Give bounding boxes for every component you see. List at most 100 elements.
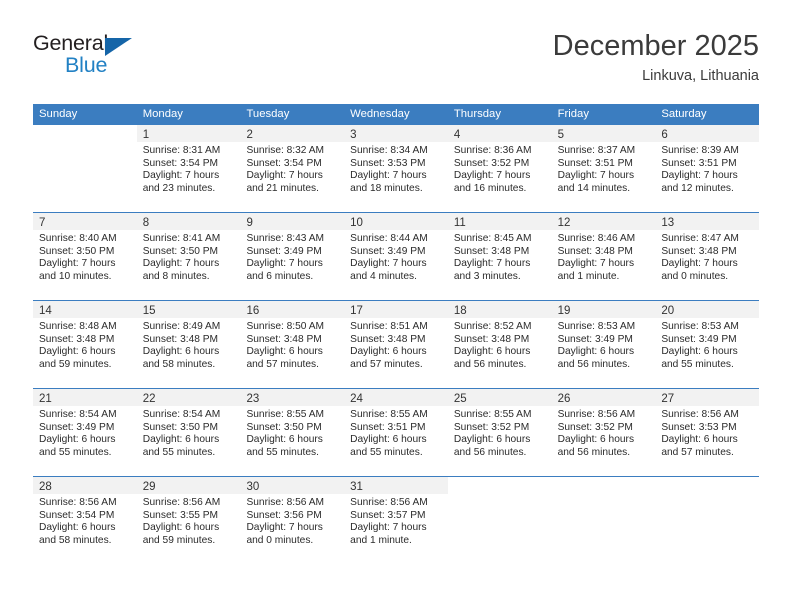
day-details: Sunrise: 8:40 AM Sunset: 3:50 PM Daylight:… xyxy=(33,230,137,283)
day-number: 7 xyxy=(39,217,46,229)
day-number-band: 30 xyxy=(240,477,345,494)
daylight-text-cont: and 10 minutes. xyxy=(39,270,112,282)
calendar-day-cell-empty xyxy=(447,477,552,564)
calendar-day-cell[interactable]: 29 Sunrise: 8:56 AM Sunset: 3:55 PM Dayligh… xyxy=(136,477,241,564)
day-details: Sunrise: 8:46 AM Sunset: 3:48 PM Daylight:… xyxy=(552,230,656,283)
day-number-band: 23 xyxy=(240,389,345,406)
daylight-text: Daylight: 6 hours xyxy=(246,434,323,446)
weekday-header-thursday: Thursday xyxy=(453,108,501,120)
calendar-day-cell-empty xyxy=(33,125,137,212)
sunrise-text: Sunrise: 8:53 AM xyxy=(661,321,739,332)
daylight-text: Daylight: 7 hours xyxy=(39,258,116,270)
calendar-day-cell[interactable]: 16 Sunrise: 8:50 AM Sunset: 3:48 PM Dayligh… xyxy=(240,301,345,388)
sunrise-text: Sunrise: 8:47 AM xyxy=(661,233,739,244)
calendar-day-cell[interactable]: 23 Sunrise: 8:55 AM Sunset: 3:50 PM Dayligh… xyxy=(240,389,345,476)
sunrise-text: Sunrise: 8:56 AM xyxy=(661,409,739,420)
day-details: Sunrise: 8:32 AM Sunset: 3:54 PM Daylight:… xyxy=(240,142,344,195)
brand-logo[interactable]: General Blue xyxy=(33,31,213,91)
day-number-band: 11 xyxy=(447,213,552,230)
daylight-text: Daylight: 6 hours xyxy=(39,522,116,534)
daylight-text-cont: and 1 minute. xyxy=(350,534,412,546)
sunrise-text: Sunrise: 8:52 AM xyxy=(453,321,532,332)
sunset-text: Sunset: 3:54 PM xyxy=(142,157,219,169)
sunset-text: Sunset: 3:53 PM xyxy=(661,421,737,433)
day-number-band: 16 xyxy=(240,301,345,318)
calendar-day-cell[interactable]: 11 Sunrise: 8:45 AM Sunset: 3:48 PM Dayligh… xyxy=(447,213,552,300)
calendar-day-cell[interactable]: 9 Sunrise: 8:43 AM Sunset: 3:49 PM Daylight… xyxy=(240,213,345,300)
calendar-day-cell[interactable]: 21 Sunrise: 8:54 AM Sunset: 3:49 PM Dayligh… xyxy=(33,389,137,476)
daylight-text-cont: and 56 minutes. xyxy=(453,446,527,458)
weekday-header-friday: Friday xyxy=(557,108,589,120)
calendar-day-cell[interactable]: 5 Sunrise: 8:37 AM Sunset: 3:51 PM Daylight… xyxy=(551,125,656,212)
day-number-band: 31 xyxy=(344,477,448,494)
daylight-text-cont: and 55 minutes. xyxy=(39,446,112,458)
calendar-day-cell[interactable]: 25 Sunrise: 8:55 AM Sunset: 3:52 PM Dayligh… xyxy=(447,389,552,476)
page-subtitle: Linkuva, Lithuania xyxy=(642,68,759,85)
day-number: 26 xyxy=(557,393,571,405)
day-number: 10 xyxy=(350,217,363,229)
day-number: 9 xyxy=(246,217,253,229)
sunset-text: Sunset: 3:51 PM xyxy=(661,157,737,169)
calendar-day-cell[interactable]: 6 Sunrise: 8:39 AM Sunset: 3:51 PM Daylight… xyxy=(655,125,760,212)
sunrise-text: Sunrise: 8:53 AM xyxy=(557,321,636,332)
calendar-day-cell[interactable]: 18 Sunrise: 8:52 AM Sunset: 3:48 PM Dayligh… xyxy=(447,301,552,388)
day-details: Sunrise: 8:49 AM Sunset: 3:48 PM Daylight:… xyxy=(137,318,241,371)
calendar-day-cell[interactable]: 12 Sunrise: 8:46 AM Sunset: 3:48 PM Dayligh… xyxy=(551,213,656,300)
day-number: 27 xyxy=(661,393,675,405)
sunrise-text: Sunrise: 8:48 AM xyxy=(39,321,117,332)
brand-name-general: General xyxy=(33,31,109,55)
day-number-band: 4 xyxy=(447,125,552,142)
day-details: Sunrise: 8:34 AM Sunset: 3:53 PM Daylight:… xyxy=(344,142,448,195)
day-number-band xyxy=(655,477,760,494)
calendar-day-cell[interactable]: 7 Sunrise: 8:40 AM Sunset: 3:50 PM Daylight… xyxy=(33,213,137,300)
day-details: Sunrise: 8:53 AM Sunset: 3:49 PM Daylight:… xyxy=(552,318,656,371)
daylight-text-cont: and 55 minutes. xyxy=(246,446,319,458)
sunrise-text: Sunrise: 8:45 AM xyxy=(453,233,532,244)
daylight-text: Daylight: 6 hours xyxy=(142,346,220,358)
day-details: Sunrise: 8:56 AM Sunset: 3:54 PM Daylight:… xyxy=(33,494,137,547)
daylight-text-cont: and 56 minutes. xyxy=(557,446,631,458)
day-number: 21 xyxy=(39,393,52,405)
daylight-text-cont: and 8 minutes. xyxy=(142,270,210,282)
calendar-day-cell[interactable]: 1 Sunrise: 8:31 AM Sunset: 3:54 PM Daylight… xyxy=(136,125,241,212)
sunrise-text: Sunrise: 8:55 AM xyxy=(453,409,532,420)
day-number-band: 10 xyxy=(344,213,448,230)
sunset-text: Sunset: 3:52 PM xyxy=(453,421,530,433)
calendar-day-cell[interactable]: 30 Sunrise: 8:56 AM Sunset: 3:56 PM Dayligh… xyxy=(240,477,345,564)
calendar-day-cell[interactable]: 15 Sunrise: 8:49 AM Sunset: 3:48 PM Dayligh… xyxy=(136,301,241,388)
daylight-text-cont: and 1 minute. xyxy=(557,270,620,282)
day-number-band: 13 xyxy=(655,213,760,230)
sunset-text: Sunset: 3:51 PM xyxy=(350,421,426,433)
day-number-band xyxy=(551,477,656,494)
calendar-day-cell[interactable]: 31 Sunrise: 8:56 AM Sunset: 3:57 PM Dayligh… xyxy=(344,477,448,564)
day-number: 13 xyxy=(661,217,675,229)
day-number-band: 8 xyxy=(136,213,241,230)
day-details: Sunrise: 8:54 AM Sunset: 3:49 PM Daylight:… xyxy=(33,406,137,459)
calendar-day-cell[interactable]: 19 Sunrise: 8:53 AM Sunset: 3:49 PM Dayligh… xyxy=(551,301,656,388)
calendar-day-cell[interactable]: 27 Sunrise: 8:56 AM Sunset: 3:53 PM Dayligh… xyxy=(655,389,760,476)
calendar-day-cell[interactable]: 28 Sunrise: 8:56 AM Sunset: 3:54 PM Dayligh… xyxy=(33,477,137,564)
day-number: 1 xyxy=(142,129,150,141)
calendar-day-cell[interactable]: 24 Sunrise: 8:55 AM Sunset: 3:51 PM Dayligh… xyxy=(344,389,448,476)
calendar-day-cell[interactable]: 13 Sunrise: 8:47 AM Sunset: 3:48 PM Dayligh… xyxy=(655,213,760,300)
sunset-text: Sunset: 3:48 PM xyxy=(350,333,426,345)
day-number-band: 28 xyxy=(33,477,137,494)
sunrise-text: Sunrise: 8:55 AM xyxy=(350,409,428,420)
calendar-day-cell[interactable]: 2 Sunrise: 8:32 AM Sunset: 3:54 PM Daylight… xyxy=(240,125,345,212)
brand-name-blue: Blue xyxy=(65,53,108,77)
sunrise-text: Sunrise: 8:46 AM xyxy=(557,233,636,244)
day-number-band xyxy=(447,477,552,494)
calendar-day-cell[interactable]: 10 Sunrise: 8:44 AM Sunset: 3:49 PM Dayligh… xyxy=(344,213,448,300)
calendar-day-cell[interactable]: 20 Sunrise: 8:53 AM Sunset: 3:49 PM Dayligh… xyxy=(655,301,760,388)
calendar-day-cell[interactable]: 3 Sunrise: 8:34 AM Sunset: 3:53 PM Daylight… xyxy=(344,125,448,212)
day-details: Sunrise: 8:56 AM Sunset: 3:55 PM Daylight:… xyxy=(137,494,241,547)
calendar-day-cell[interactable]: 14 Sunrise: 8:48 AM Sunset: 3:48 PM Dayligh… xyxy=(33,301,137,388)
calendar-day-cell[interactable]: 4 Sunrise: 8:36 AM Sunset: 3:52 PM Daylight… xyxy=(447,125,552,212)
calendar-day-cell-empty xyxy=(655,477,760,564)
calendar-day-cell[interactable]: 8 Sunrise: 8:41 AM Sunset: 3:50 PM Daylight… xyxy=(136,213,241,300)
calendar-day-cell[interactable]: 22 Sunrise: 8:54 AM Sunset: 3:50 PM Dayligh… xyxy=(136,389,241,476)
calendar-day-cell[interactable]: 26 Sunrise: 8:56 AM Sunset: 3:52 PM Dayligh… xyxy=(551,389,656,476)
calendar-day-cell[interactable]: 17 Sunrise: 8:51 AM Sunset: 3:48 PM Dayligh… xyxy=(344,301,448,388)
weekday-header-monday: Monday xyxy=(142,108,183,120)
daylight-text-cont: and 59 minutes. xyxy=(39,358,112,370)
